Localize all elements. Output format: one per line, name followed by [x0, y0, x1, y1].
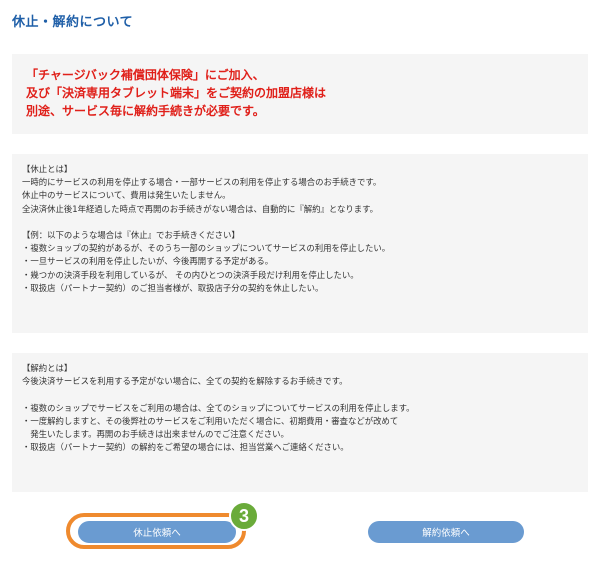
cancellation-note: ・複数のショップでサービスをご利用の場合は、全てのショップについてサービスの利用… [22, 402, 415, 413]
notice-line: 「チャージバック補償団体保険」にご加入、 [26, 68, 265, 82]
suspension-example: ・複数ショップの契約があるが、そのうち一部のショップについてサービスの利用を停止… [22, 243, 391, 254]
suspension-info-panel: 【休止とは】 一時的にサービスの利用を停止する場合・一部サービスの利用を停止する… [12, 154, 588, 333]
cancellation-note: ・一度解約しますと、その後弊社のサービスをご利用いただく場合に、初期費用・審査な… [22, 415, 399, 426]
page-title: 休止・解約について [12, 15, 134, 30]
notice-line: 別途、サービス毎に解約手続きが必要です。 [26, 104, 265, 118]
cancellation-note: ・取扱店（パートナー契約）の解約をご希望の場合には、担当営業へご連絡ください。 [22, 442, 349, 453]
cancel-request-button[interactable]: 解約依頼へ [368, 521, 524, 543]
suspension-example: ・取扱店（パートナー契約）のご担当者様が、取扱店子分の契約を休止したい。 [22, 282, 324, 293]
suspension-heading: 【休止とは】 [22, 164, 73, 174]
suspension-example: ・幾つかの決済手段を利用しているが、 その内ひとつの決済手段だけ利用を停止したい… [22, 269, 359, 280]
cancellation-info-panel: 【解約とは】 今後決済サービスを利用する予定がない場合に、全ての契約を解除するお… [12, 353, 588, 492]
suspension-text: 休止中のサービスについて、費用は発生いたしません。 [22, 190, 231, 201]
suspension-text: 全決済休止後1年経過した時点で再開のお手続きがない場合は、自動的に『解約』となり… [22, 203, 378, 214]
highlight-ring [66, 513, 246, 549]
step-number-badge: 3 [229, 501, 259, 531]
important-notice: 「チャージバック補償団体保険」にご加入、 及び「決済専用タブレット端末」をご契約… [12, 54, 588, 134]
cancellation-heading: 【解約とは】 [22, 363, 73, 373]
cancellation-note: 発生いたします。再開のお手続きは出来ませんのでご注意ください。 [22, 429, 289, 439]
suspension-example: ・一旦サービスの利用を停止したいが、今後再開する予定がある。 [22, 256, 274, 267]
cancellation-text: 今後決済サービスを利用する予定がない場合に、全ての契約を解除するお手続きです。 [22, 376, 348, 387]
suspension-examples-heading: 【例：以下のような場合は『休止』でお手続きください】 [22, 230, 240, 240]
notice-line: 及び「決済専用タブレット端末」をご契約の加盟店様は [26, 86, 327, 100]
suspension-text: 一時的にサービスの利用を停止する場合・一部サービスの利用を停止する場合のお手続き… [22, 177, 382, 188]
